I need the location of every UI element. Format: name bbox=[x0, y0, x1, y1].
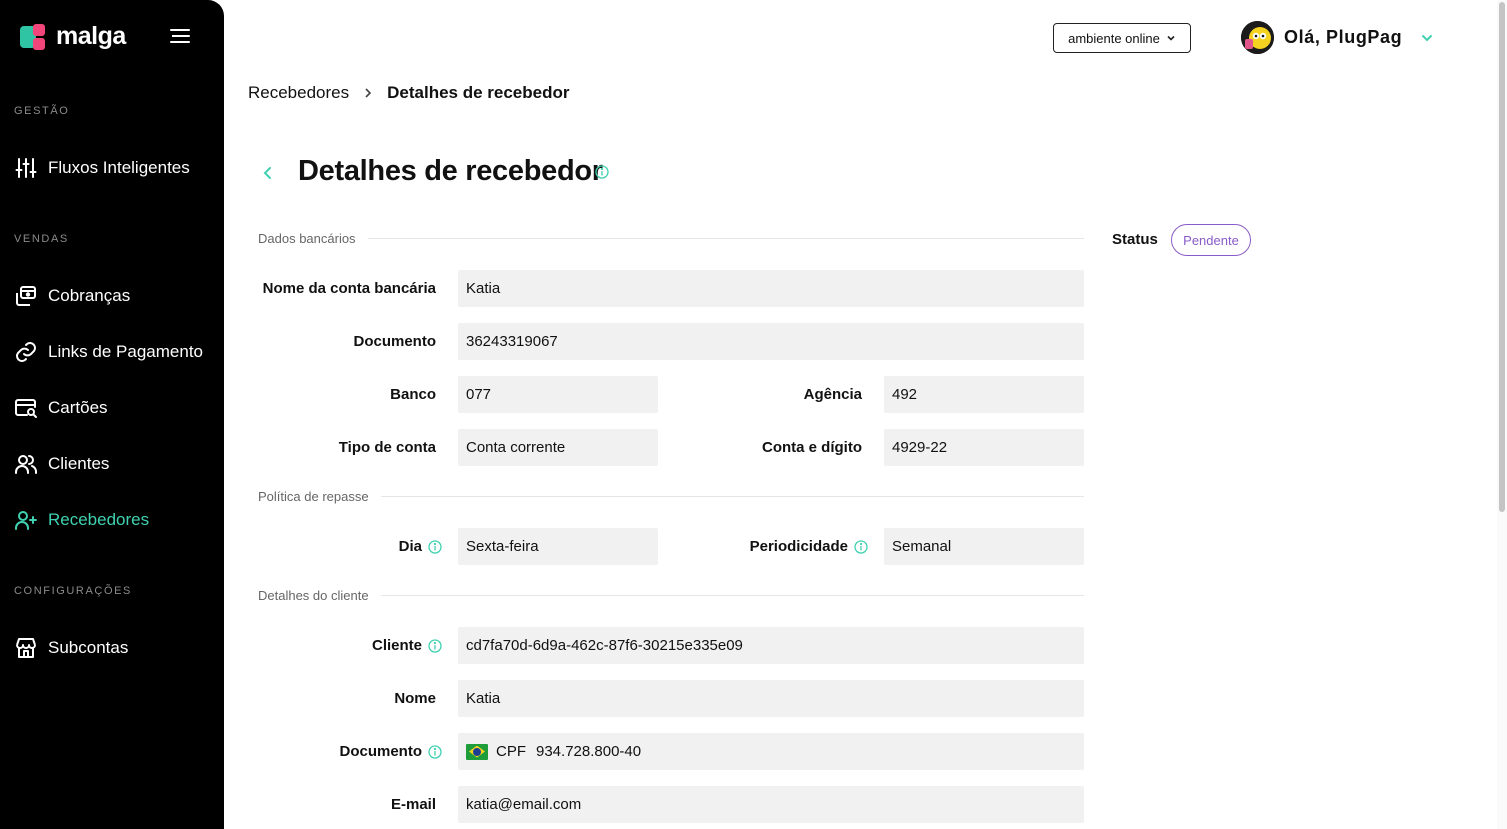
day-label-wrap: Dia bbox=[258, 528, 442, 565]
info-icon[interactable] bbox=[595, 165, 609, 179]
breadcrumb-current: Detalhes de recebedor bbox=[387, 83, 570, 102]
document-number: 934.728.800-40 bbox=[536, 743, 642, 760]
sidebar-item-label: Recebedores bbox=[48, 510, 150, 529]
breadcrumb: Recebedores Detalhes de recebedor bbox=[248, 83, 569, 103]
store-icon bbox=[16, 638, 36, 658]
account-number-field[interactable]: 4929-22 bbox=[884, 429, 1084, 466]
sidebar-item-fluxos[interactable]: Fluxos Inteligentes bbox=[14, 153, 190, 183]
account-type-label: Tipo de conta bbox=[338, 439, 436, 456]
customer-document-field[interactable]: CPF 934.728.800-40 bbox=[458, 733, 1084, 770]
sidebar-item-label: Links de Pagamento bbox=[48, 342, 203, 361]
sidebar-item-subcontas[interactable]: Subcontas bbox=[14, 633, 128, 663]
sidebar-item-label: Subcontas bbox=[48, 638, 129, 657]
agency-field[interactable]: 492 bbox=[884, 376, 1084, 413]
brand-name: malga bbox=[56, 22, 126, 50]
back-chevron-icon[interactable] bbox=[262, 165, 274, 181]
card-search-icon bbox=[15, 399, 37, 418]
charges-icon bbox=[16, 286, 36, 306]
client-label-wrap: Cliente bbox=[258, 627, 442, 664]
section-customer-details: Detalhes do cliente bbox=[258, 588, 1084, 603]
email-field[interactable]: katia@email.com bbox=[458, 786, 1084, 823]
avatar[interactable] bbox=[1241, 21, 1274, 54]
document-type: CPF bbox=[496, 743, 526, 760]
avatar-icon bbox=[1241, 21, 1274, 54]
section-transfer-policy: Política de repasse bbox=[258, 489, 1084, 504]
info-icon[interactable] bbox=[428, 744, 442, 759]
name-label: Nome bbox=[394, 690, 436, 707]
day-field[interactable]: Sexta-feira bbox=[458, 528, 658, 565]
sidebar-item-recebedores[interactable]: Recebedores bbox=[14, 505, 149, 535]
chevron-right-icon bbox=[365, 88, 372, 98]
account-type-field[interactable]: Conta corrente bbox=[458, 429, 658, 466]
users-icon bbox=[15, 455, 37, 474]
page-scrollbar[interactable] bbox=[1497, 0, 1507, 829]
scrollbar-thumb[interactable] bbox=[1499, 2, 1505, 512]
chevron-down-icon[interactable] bbox=[1420, 31, 1434, 45]
chevron-down-icon bbox=[1167, 35, 1175, 41]
sidebar-item-cobrancas[interactable]: Cobranças bbox=[14, 281, 130, 311]
environment-value: ambiente online bbox=[1068, 30, 1160, 46]
agency-label: Agência bbox=[803, 386, 862, 403]
client-id-field[interactable]: cd7fa70d-6d9a-462c-87f6-30215e335e09 bbox=[458, 627, 1084, 664]
document-field[interactable]: 36243319067 bbox=[458, 323, 1084, 360]
customer-document-label-wrap: Documento bbox=[258, 733, 442, 770]
status-badge: Pendente bbox=[1171, 224, 1251, 256]
link-icon bbox=[16, 342, 36, 362]
menu-toggle-icon[interactable] bbox=[169, 29, 190, 43]
sidebar-item-label: Cartões bbox=[48, 398, 108, 417]
info-icon[interactable] bbox=[428, 539, 442, 554]
section-title-configuracoes: CONFIGURAÇÕES bbox=[14, 585, 132, 597]
brand-logo[interactable]: malga bbox=[20, 22, 126, 51]
section-title-gestao: GESTÃO bbox=[14, 105, 70, 117]
document-label: Documento bbox=[353, 333, 437, 350]
section-title: Detalhes do cliente bbox=[258, 588, 369, 603]
client-label: Cliente bbox=[371, 637, 422, 654]
section-title: Política de repasse bbox=[258, 489, 369, 504]
sidebar-item-clientes[interactable]: Clientes bbox=[14, 449, 109, 479]
sidebar-item-label: Cobranças bbox=[48, 286, 131, 305]
sidebar-item-cartoes[interactable]: Cartões bbox=[14, 393, 108, 423]
environment-select[interactable]: ambiente online bbox=[1053, 23, 1191, 53]
page-title: Detalhes de recebedor bbox=[298, 155, 603, 187]
sidebar-item-label: Fluxos Inteligentes bbox=[48, 158, 190, 177]
sidebar-item-links[interactable]: Links de Pagamento bbox=[14, 337, 203, 367]
account-number-label: Conta e dígito bbox=[762, 439, 862, 456]
sidebar: malga GESTÃO Fluxos Inteligentes VENDAS … bbox=[0, 0, 224, 829]
bank-label: Banco bbox=[390, 386, 436, 403]
customer-document-label: Documento bbox=[339, 743, 423, 760]
sidebar-item-label: Clientes bbox=[48, 454, 110, 473]
period-label-wrap: Periodicidade bbox=[680, 528, 868, 565]
info-icon[interactable] bbox=[428, 638, 442, 653]
account-name-field[interactable]: Katia bbox=[458, 270, 1084, 307]
period-field[interactable]: Semanal bbox=[884, 528, 1084, 565]
email-label: E-mail bbox=[390, 796, 436, 813]
sliders-icon bbox=[15, 158, 37, 178]
user-plus-icon bbox=[15, 511, 37, 530]
account-name-label: Nome da conta bancária bbox=[262, 280, 436, 297]
user-greeting[interactable]: Olá, PlugPag bbox=[1284, 27, 1402, 48]
section-bank-data: Dados bancários bbox=[258, 231, 1084, 246]
day-label: Dia bbox=[398, 538, 422, 555]
section-title-vendas: VENDAS bbox=[14, 233, 69, 245]
breadcrumb-parent-link[interactable]: Recebedores bbox=[248, 83, 349, 103]
section-title: Dados bancários bbox=[258, 231, 356, 246]
info-icon[interactable] bbox=[854, 539, 868, 554]
brazil-flag-icon bbox=[466, 743, 488, 760]
bank-field[interactable]: 077 bbox=[458, 376, 658, 413]
malga-logo-icon bbox=[20, 23, 48, 50]
period-label: Periodicidade bbox=[749, 538, 848, 555]
name-field[interactable]: Katia bbox=[458, 680, 1084, 717]
status-label: Status bbox=[1112, 231, 1158, 248]
